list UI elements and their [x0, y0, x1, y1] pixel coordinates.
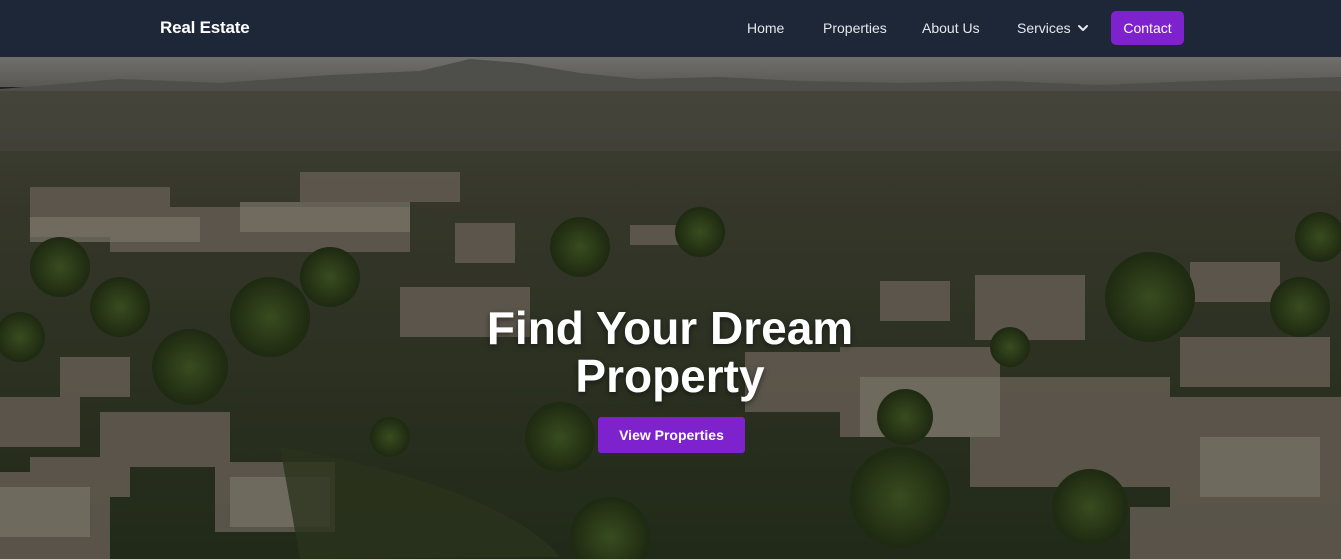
view-properties-button[interactable]: View Properties	[598, 417, 745, 453]
nav-link-properties[interactable]: Properties	[823, 20, 887, 36]
nav-link-services-label: Services	[1017, 20, 1071, 36]
contact-button[interactable]: Contact	[1111, 11, 1184, 45]
hero-section: Find Your Dream Property View Properties	[0, 57, 1341, 559]
nav-link-home[interactable]: Home	[747, 20, 784, 36]
navbar: Real Estate Home Properties About Us Ser…	[0, 0, 1341, 57]
chevron-down-icon	[1077, 25, 1088, 31]
nav-link-services[interactable]: Services	[1017, 20, 1089, 36]
nav-link-about-us[interactable]: About Us	[922, 20, 980, 36]
nav-links: Home Properties About Us Services Contac…	[0, 0, 1341, 57]
hero-title: Find Your Dream Property	[486, 302, 854, 402]
